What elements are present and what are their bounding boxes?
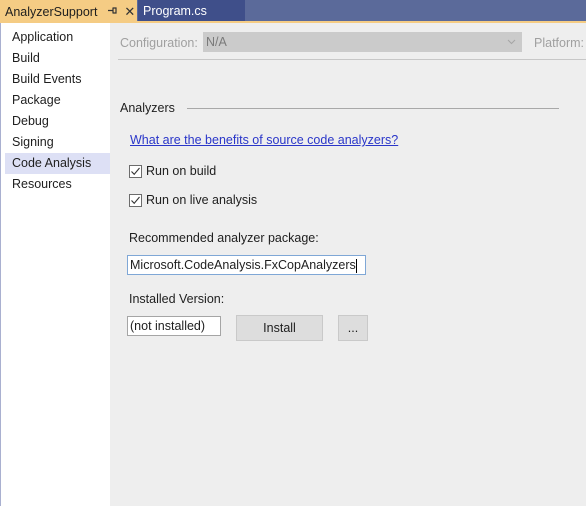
run-on-live-analysis-row[interactable]: Run on live analysis (129, 193, 257, 207)
code-analysis-panel: Configuration: N/A Platform: Analyzers W… (110, 23, 586, 506)
configuration-value: N/A (206, 35, 227, 49)
sidebar-item-signing[interactable]: Signing (1, 132, 110, 153)
recommended-package-value: Microsoft.CodeAnalysis.FxCopAnalyzers (130, 258, 356, 272)
browse-more-button[interactable]: ... (338, 315, 368, 341)
installed-version-value: (not installed) (130, 319, 206, 333)
sidebar-item-application[interactable]: Application (1, 27, 110, 48)
project-properties-sidebar: Application Build Build Events Package D… (0, 23, 116, 506)
tab-analyzersupport[interactable]: AnalyzerSupport ✕ (0, 0, 137, 23)
run-on-build-row[interactable]: Run on build (129, 164, 216, 178)
analyzers-group-divider (187, 108, 559, 109)
platform-label: Platform: (534, 36, 585, 50)
sidebar-item-resources[interactable]: Resources (1, 174, 110, 195)
text-caret (355, 258, 357, 273)
sidebar-item-code-analysis[interactable]: Code Analysis (5, 153, 116, 174)
install-button[interactable]: Install (236, 315, 323, 341)
run-on-live-analysis-label: Run on live analysis (146, 193, 258, 207)
run-on-build-label: Run on build (146, 164, 217, 178)
sidebar-item-package[interactable]: Package (1, 90, 110, 111)
tab-label: AnalyzerSupport (5, 4, 98, 19)
sidebar-item-build-events[interactable]: Build Events (1, 69, 110, 90)
run-on-build-checkbox[interactable] (129, 164, 142, 178)
close-icon[interactable]: ✕ (124, 4, 135, 20)
recommended-package-input[interactable]: Microsoft.CodeAnalysis.FxCopAnalyzers (127, 255, 366, 275)
tab-program-cs[interactable]: Program.cs (138, 0, 245, 21)
tab-label: Program.cs (143, 3, 207, 18)
pin-icon[interactable] (107, 5, 118, 19)
checkmark-icon (131, 196, 140, 204)
sidebar-item-build[interactable]: Build (1, 48, 110, 69)
sidebar-item-debug[interactable]: Debug (1, 111, 110, 132)
configuration-dropdown[interactable]: N/A (203, 32, 522, 52)
analyzers-group-label: Analyzers (120, 101, 175, 115)
recommended-package-label: Recommended analyzer package: (129, 231, 319, 245)
analyzers-benefits-link[interactable]: What are the benefits of source code ana… (130, 133, 398, 147)
installed-version-label: Installed Version: (129, 292, 225, 306)
chevron-down-icon (507, 32, 516, 60)
run-on-live-analysis-checkbox[interactable] (129, 193, 142, 207)
checkmark-icon (131, 167, 140, 175)
installed-version-input[interactable]: (not installed) (127, 316, 221, 336)
config-divider (118, 59, 586, 60)
configuration-label: Configuration: (120, 36, 198, 50)
